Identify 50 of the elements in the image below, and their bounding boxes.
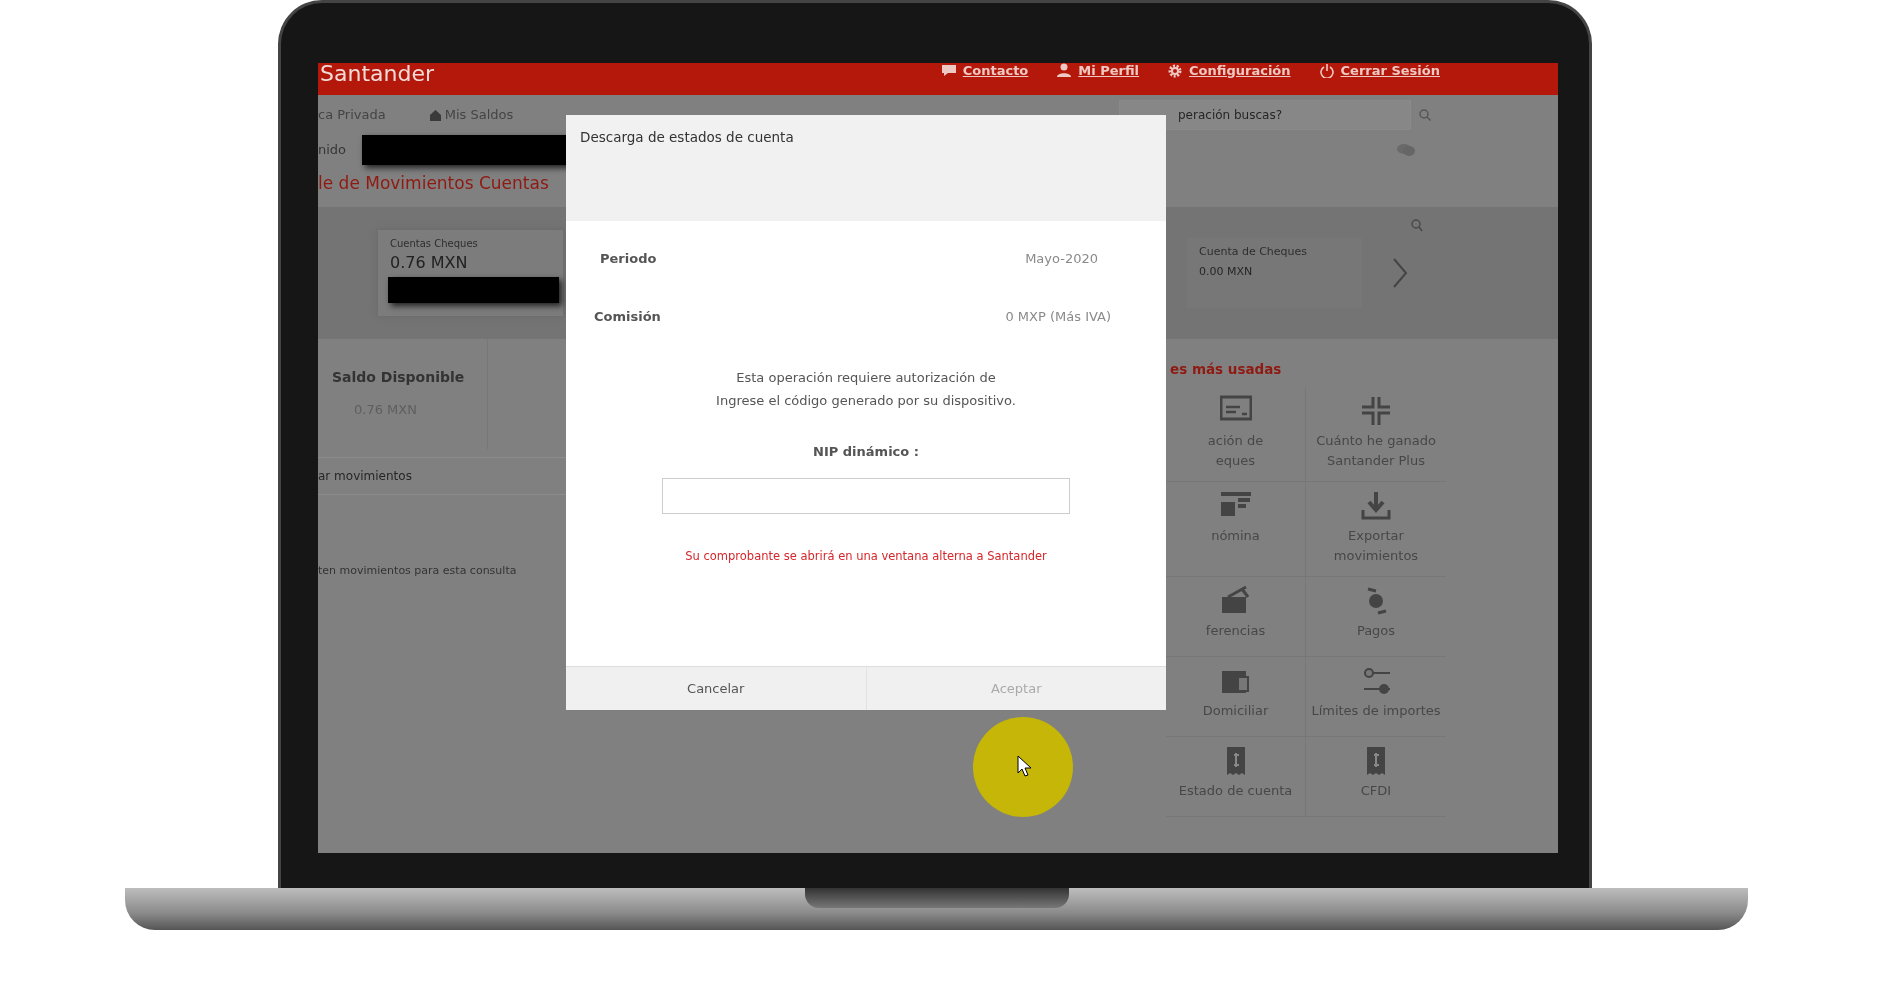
header-link[interactable]: Configuración [1189,63,1291,78]
search-icon [1411,218,1423,233]
section-title: es más usadas [1170,359,1283,379]
search-icon [1419,109,1431,121]
chat-icon [940,63,957,78]
gear-icon [1167,63,1184,78]
brand-logo: Santander [320,63,434,85]
modal-title: Descarga de estados de cuenta [566,115,1166,221]
operation-label[interactable]: Estado de cuenta [1178,780,1293,801]
page-title: le de Movimientos Cuentas [318,172,550,195]
field-value: Mayo-2020 [1025,250,1098,268]
header-link[interactable]: Mi Perfil [1078,63,1140,78]
nav-tab[interactable]: Mis Saldos [444,105,514,125]
operation-label[interactable]: ferencias [1205,620,1266,641]
operation-label[interactable]: nómina [1211,525,1260,546]
search-field[interactable]: peración buscas? [1119,100,1411,130]
operation-label[interactable]: Cuánto he ganado Santander Plus [1316,430,1436,471]
notice-text: Su comprobante se abrirá en una ventana alterna a Santander [684,547,1048,565]
dialog-button[interactable]: Cancelar [566,667,866,710]
pin-label: NIP dinámico : [812,443,920,461]
header-link[interactable]: Contacto [962,63,1029,78]
power-icon [1318,63,1335,78]
field-label: Periodo [600,250,657,268]
field-label: Comisión [594,307,661,326]
cross-icon [1360,394,1392,427]
operation-label[interactable]: Domiciliar [1202,700,1269,721]
nav-tab[interactable]: ca Privada [318,105,386,125]
chat-icon [1397,143,1415,157]
account-balance: 0.76 MXN [390,251,469,274]
operation-label[interactable]: Pagos [1356,620,1396,641]
greeting-text: nido [318,141,347,160]
account-card[interactable]: Cuentas Cheques 0.76 MXN [378,229,563,316]
empty-message: ten movimientos para esta consulta [318,562,518,579]
operation-label[interactable]: ación de eques [1207,430,1264,471]
account-balance: 0.00 MXN [1199,264,1254,280]
operation-label[interactable]: Exportar movimientos [1306,525,1446,566]
download-icon [1360,489,1392,522]
person-icon [1056,63,1073,78]
account-name: Cuentas Cheques [390,236,479,251]
account-name: Cuenta de Cheques [1199,243,1309,260]
pin-input-field[interactable] [662,477,1070,514]
header-link[interactable]: Cerrar Sesión [1340,63,1440,78]
chevron-right-icon [1392,257,1408,288]
operation-label[interactable]: CFDI [1360,780,1392,801]
balance-label: Saldo Disponible [332,367,466,387]
house-icon [429,109,441,121]
auth-message: Esta operación requiere autorización de Ingrese el código generado por su dispositivo. [715,369,1017,410]
pointer-icon [1017,755,1031,777]
operation-label[interactable]: Límites de importes [1311,700,1441,721]
field-value: 0 MXP (Más IVA) [1005,307,1111,326]
